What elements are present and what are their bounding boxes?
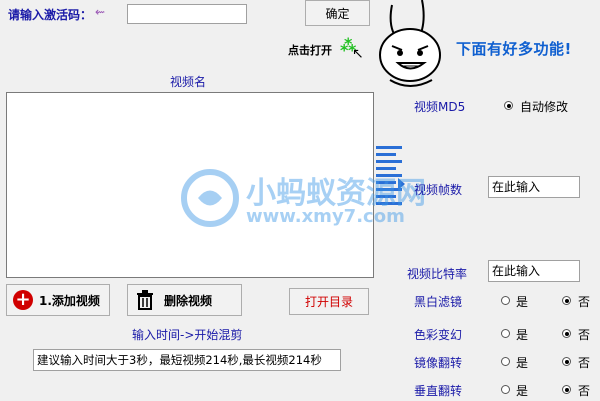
bw-filter-no-radio[interactable] bbox=[562, 296, 571, 305]
bw-filter-yes-radio[interactable] bbox=[501, 296, 510, 305]
delete-video-button[interactable]: 删除视频 bbox=[127, 284, 242, 316]
open-directory-button[interactable]: 打开目录 bbox=[289, 288, 369, 315]
vertical-flip-no-radio[interactable] bbox=[562, 385, 571, 394]
click-open-text[interactable]: 点击打开 bbox=[288, 42, 332, 58]
activation-label: 请输入激活码： bbox=[8, 8, 93, 22]
md5-label: 视频MD5 bbox=[414, 100, 466, 114]
time-label: 输入时间->开始混剪 bbox=[132, 328, 243, 342]
delete-video-label: 删除视频 bbox=[164, 293, 213, 308]
color-shift-no-label: 否 bbox=[578, 328, 591, 342]
add-video-button[interactable]: + 1.添加视频 bbox=[6, 284, 110, 316]
vertical-flip-yes-radio[interactable] bbox=[501, 385, 510, 394]
vertical-flip-no-label: 否 bbox=[578, 384, 591, 398]
md5-auto-radio[interactable] bbox=[504, 101, 513, 110]
md5-auto-label: 自动修改 bbox=[520, 100, 569, 114]
color-shift-yes-label: 是 bbox=[516, 328, 529, 342]
mirror-flip-no-radio[interactable] bbox=[562, 357, 571, 366]
more-features-text: 下面有好多功能! bbox=[456, 40, 572, 58]
pointer-icon: ↖ bbox=[352, 46, 364, 62]
watermark-url: www.xmy7.com bbox=[246, 206, 405, 227]
framerate-input[interactable]: 在此输入 bbox=[488, 176, 580, 198]
time-input[interactable]: 建议输入时间大于3秒，最短视频214秒,最长视频214秒 bbox=[33, 349, 341, 371]
confirm-button[interactable]: 确定 bbox=[305, 0, 370, 26]
add-video-label: 1.添加视频 bbox=[39, 293, 100, 308]
cursor-icon: ⇜ bbox=[95, 5, 106, 19]
video-name-header: 视频名 bbox=[170, 75, 207, 89]
color-shift-no-radio[interactable] bbox=[562, 329, 571, 338]
color-shift-label: 色彩变幻 bbox=[414, 328, 463, 342]
vertical-flip-yes-label: 是 bbox=[516, 384, 529, 398]
activation-input[interactable] bbox=[127, 4, 247, 24]
vertical-flip-label: 垂直翻转 bbox=[414, 384, 463, 398]
mirror-flip-no-label: 否 bbox=[578, 356, 591, 370]
bw-filter-no-label: 否 bbox=[578, 295, 591, 309]
mirror-flip-label: 镜像翻转 bbox=[414, 356, 463, 370]
watermark-logo-icon bbox=[181, 169, 239, 227]
bw-filter-yes-label: 是 bbox=[516, 295, 529, 309]
framerate-label: 视频帧数 bbox=[414, 183, 463, 197]
bitrate-input[interactable]: 在此输入 bbox=[488, 260, 580, 282]
color-shift-yes-radio[interactable] bbox=[501, 329, 510, 338]
bw-filter-label: 黑白滤镜 bbox=[414, 295, 463, 309]
plus-icon: + bbox=[13, 290, 33, 310]
trash-icon bbox=[137, 290, 153, 310]
bitrate-label: 视频比特率 bbox=[407, 267, 468, 281]
mirror-flip-yes-radio[interactable] bbox=[501, 357, 510, 366]
rabbit-mascot-icon bbox=[379, 0, 441, 87]
mirror-flip-yes-label: 是 bbox=[516, 356, 529, 370]
